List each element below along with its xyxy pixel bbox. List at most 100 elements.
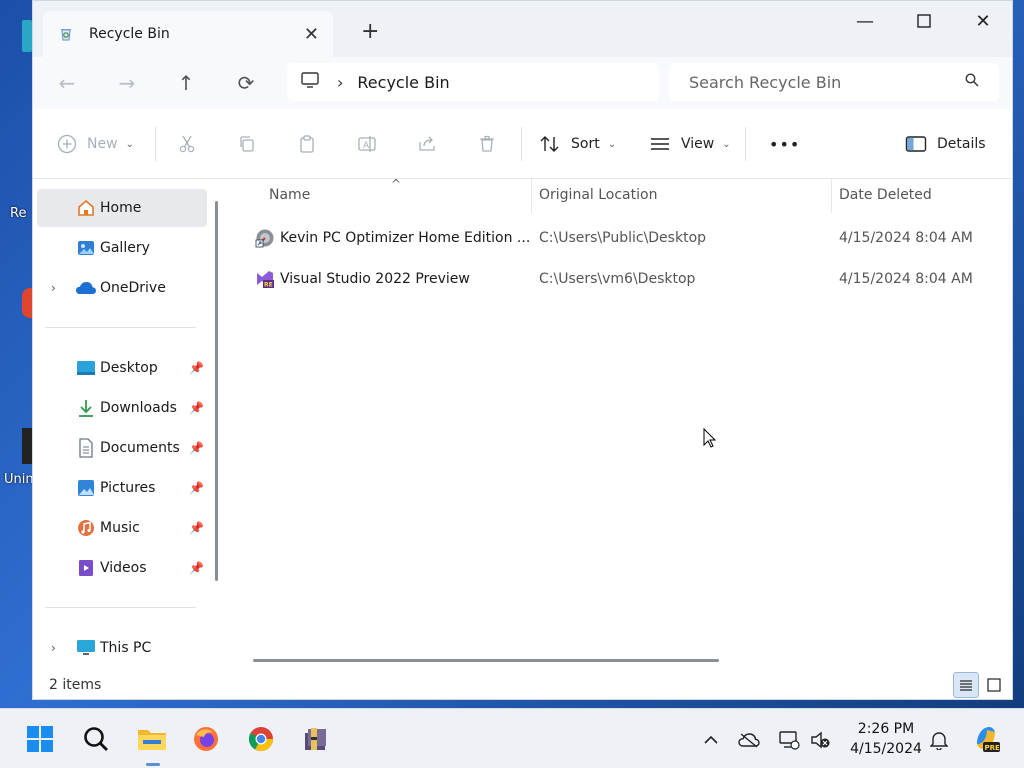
sidebar-divider (45, 607, 196, 608)
tiles-view-button[interactable] (981, 672, 1007, 698)
navigation-pane: Home Gallery › OneDrive Desktop 📌 Downlo… (33, 179, 223, 669)
details-view-button[interactable] (953, 672, 979, 698)
video-icon (75, 557, 97, 579)
sidebar-item-music[interactable]: Music 📌 (37, 509, 207, 547)
search-input[interactable] (689, 72, 965, 92)
start-windows-icon[interactable] (24, 723, 56, 755)
copilot-preview-icon[interactable]: PRE (970, 723, 1002, 755)
forward-arrow-icon[interactable]: → (111, 67, 143, 99)
tiles-view-icon (987, 678, 1001, 692)
tab-close-icon[interactable]: ✕ (304, 24, 319, 45)
sidebar-item-home[interactable]: Home (37, 189, 207, 227)
network-status-icon[interactable] (778, 729, 800, 751)
chevron-right-icon[interactable]: › (51, 281, 56, 295)
desktop-icon-strip-dark (22, 428, 32, 464)
svg-text:PRE: PRE (985, 744, 1001, 752)
show-hidden-icons-chevron-up-icon[interactable] (700, 729, 722, 751)
pin-icon[interactable]: 📌 (189, 521, 204, 535)
pin-icon[interactable]: 📌 (189, 401, 204, 415)
delete-button[interactable] (477, 131, 507, 157)
system-clock[interactable]: 2:26 PM 4/15/2024 (846, 719, 926, 759)
pin-icon[interactable]: 📌 (189, 481, 204, 495)
table-row[interactable]: Kevin PC Optimizer Home Edition ... C:\U… (229, 219, 1012, 257)
clipboard-icon (300, 135, 314, 153)
close-icon[interactable]: ✕ (963, 7, 1003, 35)
rename-button[interactable]: A (357, 131, 387, 157)
sidebar-item-this-pc[interactable]: › This PC (37, 629, 207, 667)
new-button[interactable]: New ⌄ (57, 131, 134, 157)
desktop-folder-icon (75, 357, 97, 379)
chevron-down-icon: ⌄ (125, 138, 134, 150)
chevron-right-icon[interactable]: › (51, 641, 56, 655)
column-header-name[interactable]: Name (269, 187, 310, 203)
details-pane-button[interactable]: Details (905, 131, 986, 157)
copy-button[interactable] (237, 131, 267, 157)
onedrive-offline-cloud-icon[interactable] (738, 729, 760, 751)
search-icon[interactable] (965, 73, 979, 91)
title-bar: Recycle Bin ✕ + — ✕ (33, 1, 1012, 57)
new-label: New (87, 136, 118, 152)
sidebar-item-desktop[interactable]: Desktop 📌 (37, 349, 207, 387)
cut-button[interactable] (177, 131, 207, 157)
computer-monitor-icon[interactable] (301, 72, 319, 92)
file-name: Visual Studio 2022 Preview (280, 271, 470, 287)
file-explorer-taskbar-icon[interactable] (136, 723, 168, 755)
pin-icon[interactable]: 📌 (189, 561, 204, 575)
sort-arrows-icon (540, 136, 559, 152)
column-divider[interactable] (531, 179, 532, 213)
music-icon (75, 517, 97, 539)
sidebar-item-label: Music (100, 520, 140, 536)
sidebar-item-videos[interactable]: Videos 📌 (37, 549, 207, 587)
sidebar-item-downloads[interactable]: Downloads 📌 (37, 389, 207, 427)
sidebar-item-label: Pictures (100, 480, 156, 496)
paste-button[interactable] (297, 131, 327, 157)
sort-ascending-caret-icon: ^ (391, 177, 402, 191)
share-button[interactable] (417, 131, 447, 157)
clock-date: 4/15/2024 (850, 741, 922, 757)
search-box[interactable] (669, 63, 999, 101)
file-date-deleted: 4/15/2024 8:04 AM (839, 230, 973, 246)
breadcrumb-recycle-bin[interactable]: Recycle Bin (357, 73, 449, 92)
back-arrow-icon[interactable]: ← (51, 67, 83, 99)
volume-muted-icon[interactable] (810, 729, 832, 751)
up-arrow-icon[interactable]: ↑ (170, 67, 202, 99)
column-header-original-location[interactable]: Original Location (539, 187, 657, 203)
tab-recycle-bin[interactable]: Recycle Bin ✕ (43, 11, 333, 57)
file-original-location: C:\Users\Public\Desktop (539, 230, 707, 246)
notification-bell-icon[interactable] (928, 729, 950, 751)
sidebar-item-label: Home (100, 200, 142, 216)
sidebar-item-label: OneDrive (100, 280, 166, 296)
column-divider[interactable] (831, 179, 832, 213)
archive-app-icon[interactable] (300, 723, 332, 755)
maximize-icon[interactable] (904, 7, 944, 35)
chrome-icon[interactable] (245, 723, 277, 755)
sidebar-item-onedrive[interactable]: › OneDrive (37, 269, 207, 307)
new-tab-plus-icon[interactable]: + (361, 19, 379, 44)
tab-title: Recycle Bin (89, 26, 170, 42)
sidebar-scrollbar[interactable] (215, 201, 218, 581)
sidebar-item-documents[interactable]: Documents 📌 (37, 429, 207, 467)
sidebar-item-gallery[interactable]: Gallery (37, 229, 207, 267)
pin-icon[interactable]: 📌 (189, 361, 204, 375)
refresh-icon[interactable]: ⟳ (230, 67, 262, 99)
breadcrumb-chevron-icon[interactable]: › (337, 73, 343, 92)
more-options-button[interactable]: ••• (769, 131, 800, 157)
toolbar-divider (745, 127, 746, 161)
pictures-icon (75, 477, 97, 499)
column-header-date-deleted[interactable]: Date Deleted (839, 187, 932, 203)
sidebar-item-pictures[interactable]: Pictures 📌 (37, 469, 207, 507)
horizontal-scrollbar[interactable] (253, 659, 719, 662)
address-bar[interactable]: › Recycle Bin (287, 63, 659, 101)
view-label: View (681, 136, 715, 152)
search-icon[interactable] (80, 723, 112, 755)
firefox-icon[interactable] (190, 723, 222, 755)
chevron-down-icon: ⌄ (722, 138, 731, 150)
details-view-icon (960, 680, 972, 691)
sort-button[interactable]: Sort ⌄ (539, 131, 616, 157)
pin-icon[interactable]: 📌 (189, 441, 204, 455)
table-row[interactable]: RE Visual Studio 2022 Preview C:\Users\v… (229, 260, 1012, 298)
view-button[interactable]: View ⌄ (649, 131, 731, 157)
minimize-icon[interactable]: — (845, 7, 885, 35)
svg-text:RE: RE (264, 282, 273, 289)
toolbar-divider (521, 127, 522, 161)
